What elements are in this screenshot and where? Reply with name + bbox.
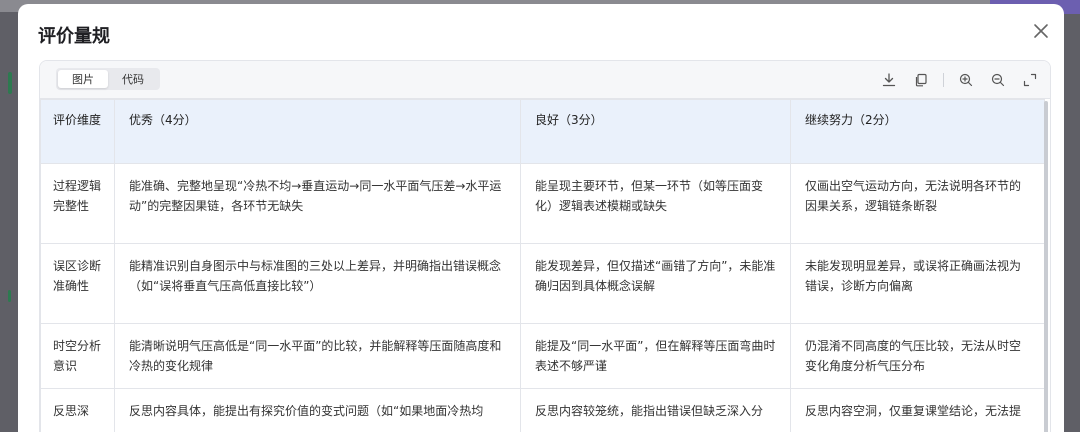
- close-button[interactable]: [1030, 20, 1052, 42]
- excellent-cell: 能清晰说明气压高低是“同一水平面”的比较，并能解释等压面随高度和冷热的变化规律: [114, 323, 521, 389]
- rubric-panel: 图片 代码 评价维度 优秀（4分） 良好（3分） 继续努力（2分） 过程逻辑完整…: [39, 60, 1051, 432]
- excellent-cell: 反思内容具体，能提出有探究价值的变式问题（如“如果地面冷热均: [114, 388, 521, 432]
- dimension-cell: 过程逻辑完整性: [40, 163, 115, 244]
- close-icon: [1034, 24, 1048, 38]
- dimension-cell: 反思深: [40, 388, 115, 432]
- download-icon: [882, 73, 896, 87]
- copy-icon: [915, 73, 927, 87]
- excellent-cell: 能准确、完整地呈现“冷热不均→垂直运动→同一水平面气压差→水平运动”的完整因果链…: [114, 163, 521, 244]
- zoom-out-icon: [991, 73, 1005, 87]
- tab-image[interactable]: 图片: [58, 70, 108, 88]
- toolbar-actions: [879, 70, 1040, 90]
- download-button[interactable]: [879, 70, 899, 90]
- background-marker: [8, 290, 11, 302]
- vertical-scrollbar[interactable]: [1044, 101, 1048, 432]
- fullscreen-button[interactable]: [1020, 70, 1040, 90]
- keep-trying-cell: 反思内容空洞，仅重复课堂结论，无法提: [790, 388, 1045, 432]
- table-row: 反思深 反思内容具体，能提出有探究价值的变式问题（如“如果地面冷热均 反思内容较…: [40, 388, 1045, 432]
- modal-title: 评价量规: [38, 26, 110, 47]
- dimension-cell: 误区诊断准确性: [40, 243, 115, 324]
- copy-button[interactable]: [911, 70, 931, 90]
- good-cell: 能呈现主要环节，但某一环节（如等压面变化）逻辑表述模糊或缺失: [520, 163, 791, 244]
- header-dimension: 评价维度: [40, 99, 115, 164]
- fullscreen-icon: [1023, 73, 1037, 87]
- header-keep-trying: 继续努力（2分）: [790, 99, 1045, 164]
- toolbar-divider: [943, 73, 944, 87]
- tab-code[interactable]: 代码: [108, 70, 158, 88]
- table-row: 过程逻辑完整性 能准确、完整地呈现“冷热不均→垂直运动→同一水平面气压差→水平运…: [40, 163, 1045, 244]
- panel-toolbar: 图片 代码: [40, 61, 1050, 99]
- dimension-cell: 时空分析意识: [40, 323, 115, 389]
- keep-trying-cell: 仍混淆不同高度的气压比较，无法从时空变化角度分析气压分布: [790, 323, 1045, 389]
- zoom-in-button[interactable]: [956, 70, 976, 90]
- rubric-table: 评价维度 优秀（4分） 良好（3分） 继续努力（2分） 过程逻辑完整性 能准确、…: [40, 99, 1045, 432]
- header-excellent: 优秀（4分）: [114, 99, 521, 164]
- view-toggle: 图片 代码: [56, 68, 160, 90]
- background-marker: [8, 72, 12, 94]
- zoom-out-button[interactable]: [988, 70, 1008, 90]
- table-row: 误区诊断准确性 能精准识别自身图示中与标准图的三处以上差异，并明确指出错误概念（…: [40, 243, 1045, 324]
- header-good: 良好（3分）: [520, 99, 791, 164]
- good-cell: 反思内容较笼统，能指出错误但缺乏深入分: [520, 388, 791, 432]
- table-header-row: 评价维度 优秀（4分） 良好（3分） 继续努力（2分）: [40, 99, 1045, 164]
- zoom-in-icon: [959, 73, 973, 87]
- table-row: 时空分析意识 能清晰说明气压高低是“同一水平面”的比较，并能解释等压面随高度和冷…: [40, 323, 1045, 389]
- rubric-modal: 评价量规 图片 代码 评价维度 优秀（4分） 良好（3分） 继续努力（2分） 过…: [18, 4, 1064, 432]
- excellent-cell: 能精准识别自身图示中与标准图的三处以上差异，并明确指出错误概念（如“误将垂直气压…: [114, 243, 521, 324]
- good-cell: 能发现差异，但仅描述“画错了方向”，未能准确归因到具体概念误解: [520, 243, 791, 324]
- keep-trying-cell: 仅画出空气运动方向，无法说明各环节的因果关系，逻辑链条断裂: [790, 163, 1045, 244]
- good-cell: 能提及“同一水平面”，但在解释等压面弯曲时表述不够严谨: [520, 323, 791, 389]
- keep-trying-cell: 未能发现明显差异，或误将正确画法视为错误，诊断方向偏离: [790, 243, 1045, 324]
